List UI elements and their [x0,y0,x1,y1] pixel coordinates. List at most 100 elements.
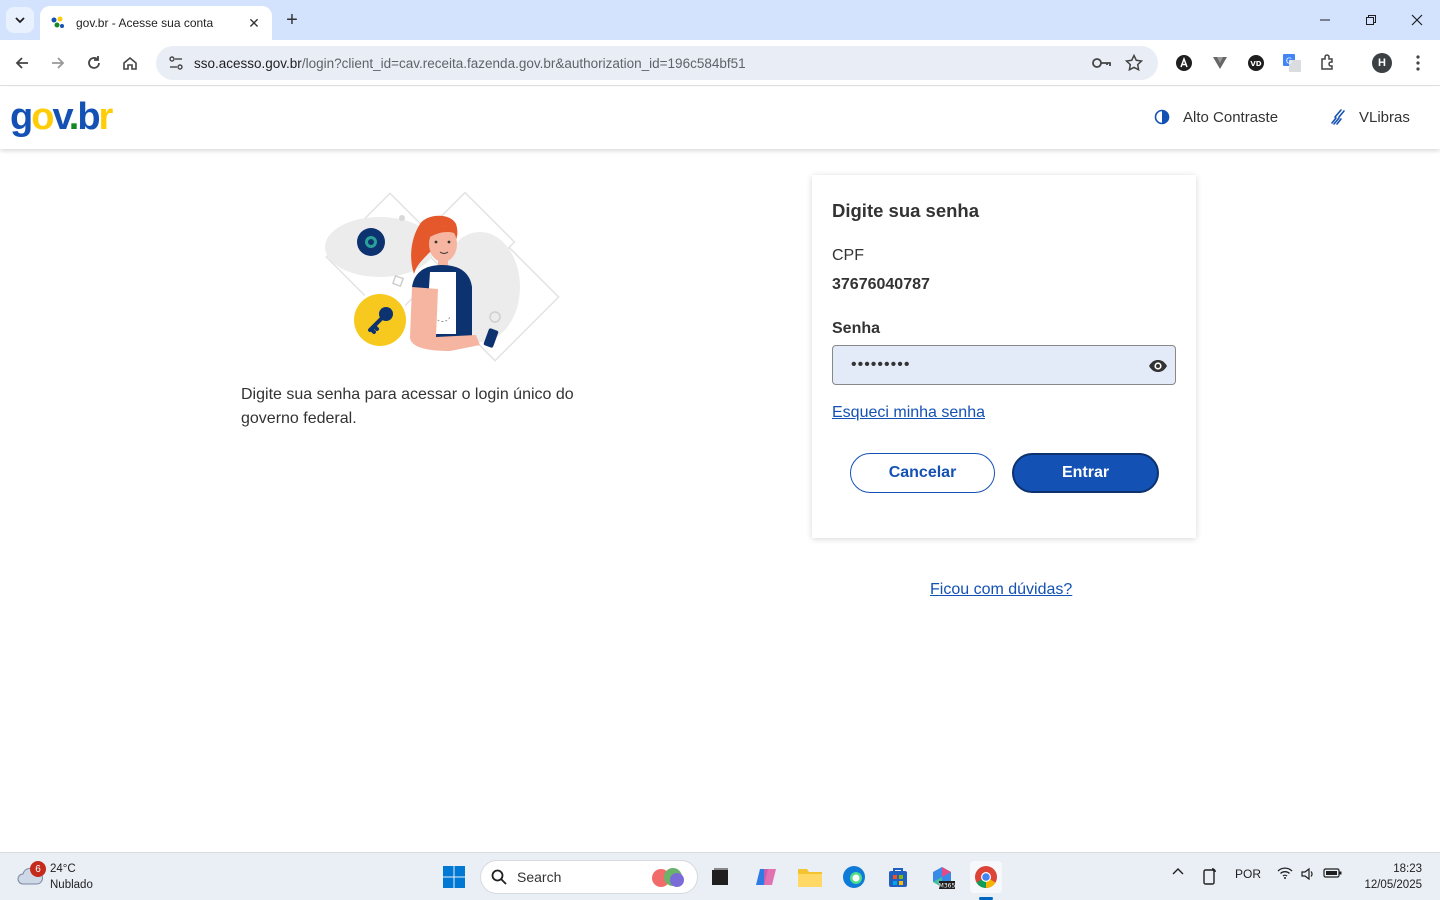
phone-link-icon [1203,868,1216,885]
weather-widget[interactable]: 6 24°C Nublado [16,861,93,893]
eye-icon [1149,360,1167,372]
password-key-icon[interactable] [1092,53,1112,73]
intro-text: Digite sua senha para acessar o login ún… [241,386,574,427]
logo-letter-v: v [52,96,70,138]
close-window-button[interactable] [1394,0,1440,40]
start-button[interactable] [438,861,470,893]
login-card: Digite sua senha CPF 37676040787 Senha E… [812,175,1196,538]
weather-temp: 24°C [50,863,76,875]
show-password-toggle[interactable] [1147,355,1169,377]
store-icon [889,868,907,887]
show-hidden-icons-button[interactable] [1170,867,1186,875]
logo-letter-b: b [77,96,100,138]
svg-text:M365: M365 [939,883,955,890]
copilot-icon [756,869,776,885]
microsoft-365-button[interactable]: M365 [926,861,958,893]
minimize-button[interactable] [1302,0,1348,40]
file-explorer-button[interactable] [794,861,826,893]
login-title: Digite sua senha [832,200,980,221]
notification-app-icon[interactable] [1200,867,1220,885]
tab-title: gov.br - Acesse sua conta [76,16,214,30]
tab-search-button[interactable] [6,7,34,33]
volume-icon[interactable] [1299,867,1317,881]
taskbar-clock[interactable]: 18:23 12/05/2025 [1352,861,1422,893]
browser-tab-active[interactable]: gov.br - Acesse sua conta ✕ [40,6,272,40]
taskbar-search[interactable]: Search [480,860,698,894]
govbr-logo[interactable]: gov.br [10,95,114,139]
password-field [832,345,1176,385]
forward-button[interactable] [44,49,72,77]
copilot-button[interactable] [750,861,782,893]
search-icon [491,869,507,885]
sign-language-hand-icon [1329,108,1347,126]
restore-icon [1366,15,1376,25]
cancel-button[interactable]: Cancelar [850,453,995,493]
password-label: Senha [832,320,881,337]
bookmark-star-icon[interactable] [1124,53,1144,73]
extension-v-icon[interactable] [1209,52,1231,74]
url-host: sso.acesso.gov.br [194,55,302,71]
extension-a-icon[interactable] [1173,52,1195,74]
logo-letter-o: o [31,96,54,138]
task-view-icon [712,868,728,885]
chrome-icon [975,866,997,888]
login-illustration [325,192,560,362]
svg-text:VD: VD [1250,60,1261,68]
clock-date: 12/05/2025 [1364,879,1422,891]
close-icon [1411,14,1423,26]
browser-menu-icon[interactable] [1407,52,1429,74]
url-text: sso.acesso.gov.br/login?client_id=cav.re… [194,56,1158,71]
browser-tab-bar: gov.br - Acesse sua conta ✕ + [0,0,1440,40]
profile-avatar[interactable]: H [1371,52,1393,74]
logo-letter-g: g [10,96,33,138]
chevron-up-icon [1172,868,1184,875]
reload-icon [88,56,100,69]
weather-badge: 6 [30,861,46,877]
translate-extension-icon[interactable]: G [1281,52,1303,74]
address-bar[interactable]: sso.acesso.gov.br/login?client_id=cav.re… [156,46,1158,80]
task-view-button[interactable] [704,861,736,893]
browser-toolbar: sso.acesso.gov.br/login?client_id=cav.re… [0,40,1440,86]
vlibras-label: VLibras [1359,108,1410,126]
clock-time: 18:23 [1393,863,1422,875]
govbr-favicon-icon [51,16,64,28]
site-header: gov.br Alto Contraste VLibras [0,87,1440,149]
new-tab-button[interactable]: + [280,8,304,32]
microsoft-365-icon: M365 [933,867,955,890]
chrome-button[interactable] [970,861,1002,893]
search-highlight-icon [652,868,684,887]
forgot-password-link[interactable]: Esqueci minha senha [832,404,985,422]
extension-vd-icon[interactable]: VD [1245,52,1267,74]
folder-icon [798,869,822,887]
help-link[interactable]: Ficou com dúvidas? [930,581,1072,599]
high-contrast-button[interactable]: Alto Contraste [1153,108,1278,126]
chevron-down-icon [15,17,25,24]
language-indicator[interactable]: POR [1232,867,1264,881]
windows-logo-icon [443,866,465,888]
close-tab-icon[interactable]: ✕ [246,15,262,31]
logo-letter-r: r [98,96,114,138]
edge-button[interactable] [838,861,870,893]
arrow-left-icon [15,57,28,69]
store-button[interactable] [882,861,914,893]
battery-icon[interactable] [1323,867,1343,879]
cpf-label: CPF [832,247,864,264]
extensions-puzzle-icon[interactable] [1317,52,1339,74]
restore-button[interactable] [1348,0,1394,40]
wifi-icon[interactable] [1276,867,1294,879]
enter-button[interactable]: Entrar [1012,453,1159,493]
site-info-icon[interactable] [166,53,186,73]
home-icon [123,56,137,70]
contrast-icon [1153,108,1171,126]
search-label: Search [517,869,562,885]
vlibras-button[interactable]: VLibras [1329,108,1410,126]
minimize-icon [1320,19,1330,21]
reload-button[interactable] [80,49,108,77]
url-path: /login?client_id=cav.receita.fazenda.gov… [301,55,746,71]
svg-text:G: G [1286,57,1292,66]
home-button[interactable] [116,49,144,77]
back-button[interactable] [8,49,36,77]
weather-desc: Nublado [50,879,93,891]
windows-taskbar: 6 24°C Nublado Search M365 POR 18:23 12/… [0,852,1440,900]
password-input[interactable] [833,346,1133,384]
